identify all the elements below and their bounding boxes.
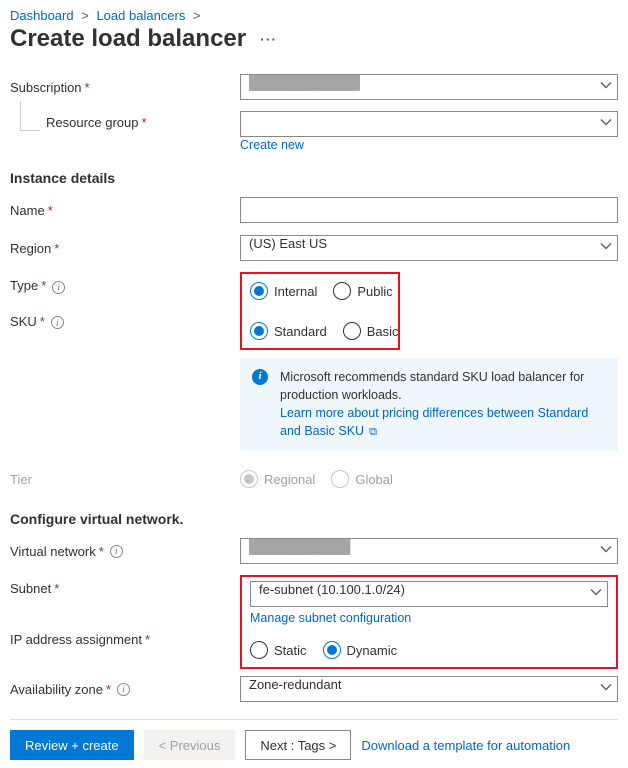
next-tags-button[interactable]: Next : Tags > bbox=[245, 730, 351, 760]
review-create-button[interactable]: Review + create bbox=[10, 730, 134, 760]
more-icon[interactable]: ··· bbox=[260, 31, 277, 47]
az-select[interactable]: Zone-redundant bbox=[240, 676, 618, 702]
tier-label: Tier bbox=[10, 472, 240, 487]
breadcrumb-dashboard[interactable]: Dashboard bbox=[10, 8, 74, 23]
breadcrumb-sep: > bbox=[81, 8, 89, 23]
breadcrumb-sep: > bbox=[193, 8, 201, 23]
page-title-text: Create load balancer bbox=[10, 25, 246, 53]
vnet-label: Virtual network*i bbox=[10, 544, 240, 559]
az-label: Availability zone*i bbox=[10, 682, 240, 697]
sku-info-banner: i Microsoft recommends standard SKU load… bbox=[240, 358, 618, 451]
subscription-label: Subscription* bbox=[10, 80, 240, 95]
vnet-select[interactable]: ███████████ bbox=[240, 538, 618, 564]
vnet-heading: Configure virtual network. bbox=[10, 511, 618, 527]
instance-details-heading: Instance details bbox=[10, 170, 618, 186]
sku-label: SKU*i bbox=[10, 314, 64, 330]
type-internal-radio[interactable]: Internal bbox=[250, 282, 317, 300]
highlight-type-sku: Internal Public Standard Basic bbox=[240, 272, 400, 350]
region-label: Region* bbox=[10, 241, 240, 256]
info-icon[interactable]: i bbox=[110, 545, 123, 558]
previous-button: < Previous bbox=[144, 730, 236, 760]
sku-standard-radio[interactable]: Standard bbox=[250, 322, 327, 340]
external-link-icon: ⧉ bbox=[366, 426, 377, 438]
resource-group-label: Resource group* bbox=[10, 111, 240, 141]
subnet-label: Subnet* bbox=[10, 581, 59, 596]
footer-bar: Review + create < Previous Next : Tags >… bbox=[10, 730, 618, 760]
sku-pricing-link[interactable]: Learn more about pricing differences bet… bbox=[280, 406, 588, 438]
tier-global-radio: Global bbox=[331, 470, 393, 488]
sku-basic-radio[interactable]: Basic bbox=[343, 322, 399, 340]
region-select[interactable]: (US) East US bbox=[240, 235, 618, 261]
ip-dynamic-radio[interactable]: Dynamic bbox=[323, 641, 398, 659]
info-icon: i bbox=[252, 369, 268, 385]
manage-subnet-link[interactable]: Manage subnet configuration bbox=[250, 611, 608, 625]
page-title: Create load balancer ··· bbox=[10, 25, 618, 53]
name-input[interactable] bbox=[240, 197, 618, 223]
subnet-select[interactable]: fe-subnet (10.100.1.0/24) bbox=[250, 581, 608, 607]
info-icon[interactable]: i bbox=[117, 683, 130, 696]
highlight-subnet-ip: fe-subnet (10.100.1.0/24) Manage subnet … bbox=[240, 575, 618, 669]
ip-static-radio[interactable]: Static bbox=[250, 641, 307, 659]
name-label: Name* bbox=[10, 203, 240, 218]
ip-assign-label: IP address assignment* bbox=[10, 632, 150, 647]
resource-group-select[interactable] bbox=[240, 111, 618, 137]
download-template-link[interactable]: Download a template for automation bbox=[361, 738, 570, 753]
breadcrumb: Dashboard > Load balancers > bbox=[10, 8, 618, 23]
subscription-select[interactable]: ████████████ bbox=[240, 74, 618, 100]
tier-regional-radio: Regional bbox=[240, 470, 315, 488]
type-label: Type*i bbox=[10, 278, 65, 294]
breadcrumb-loadbalancers[interactable]: Load balancers bbox=[96, 8, 185, 23]
create-new-rg-link[interactable]: Create new bbox=[240, 138, 304, 152]
info-icon[interactable]: i bbox=[52, 281, 65, 294]
info-icon[interactable]: i bbox=[51, 316, 64, 329]
type-public-radio[interactable]: Public bbox=[333, 282, 392, 300]
